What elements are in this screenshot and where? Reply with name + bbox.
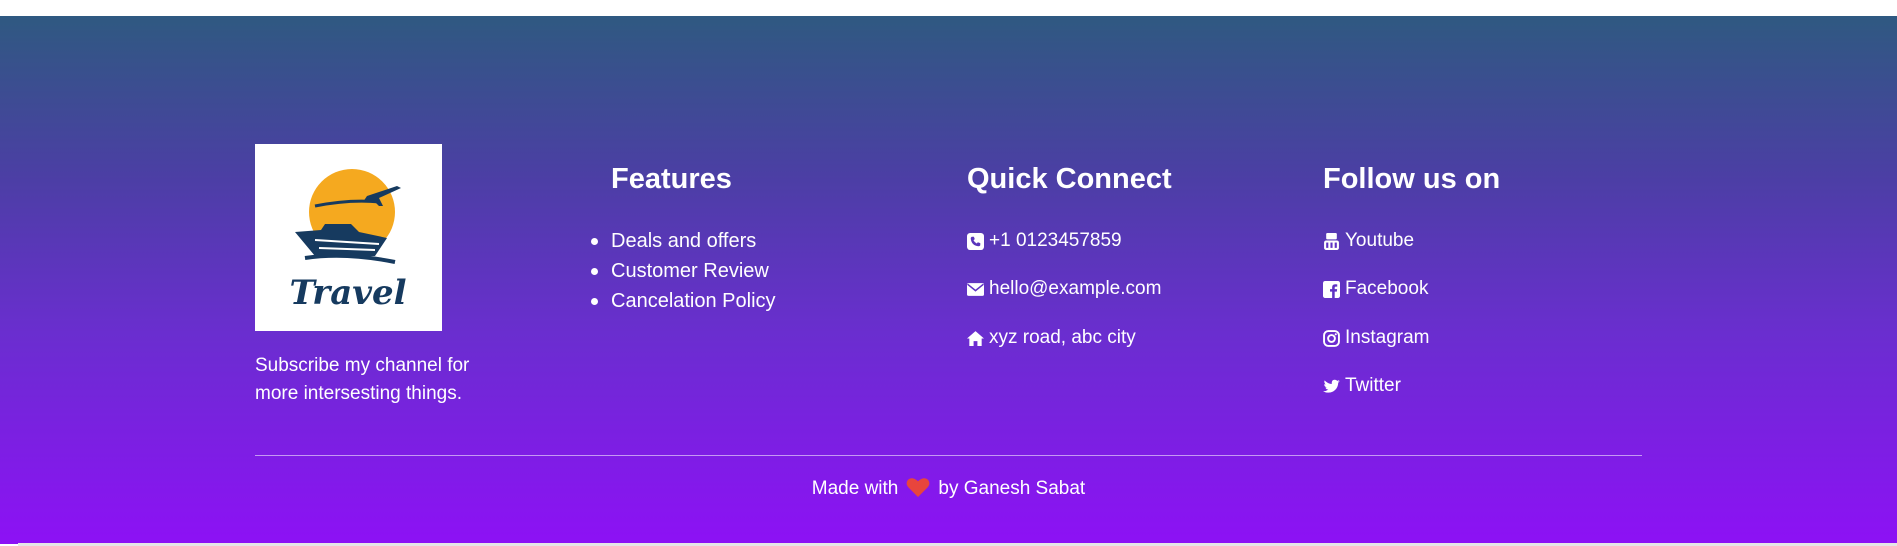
footer-divider: [255, 455, 1642, 456]
instagram-icon: [1323, 329, 1340, 347]
social-youtube-text: Youtube: [1345, 230, 1415, 251]
feature-item-cancelation[interactable]: Cancelation Policy: [591, 286, 776, 316]
envelope-icon: [967, 281, 984, 298]
heart-icon: [906, 477, 930, 497]
contact-email-text: hello@example.com: [989, 278, 1162, 299]
contact-phone-text: +1 0123457859: [989, 230, 1122, 251]
home-icon: [967, 330, 984, 347]
youtube-icon: [1323, 232, 1340, 250]
twitter-icon: [1323, 378, 1340, 395]
credit-author[interactable]: by Ganesh Sabat: [938, 478, 1085, 499]
social-youtube[interactable]: Youtube: [1323, 229, 1414, 253]
social-facebook[interactable]: Facebook: [1323, 277, 1428, 301]
feature-item-deals[interactable]: Deals and offers: [591, 226, 776, 256]
social-twitter[interactable]: Twitter: [1323, 374, 1401, 398]
follow-heading: Follow us on: [1323, 163, 1501, 195]
brand-tagline: Subscribe my channel for more intersesti…: [255, 355, 470, 404]
travel-logo[interactable]: Travel: [255, 144, 442, 331]
contact-email[interactable]: hello@example.com: [967, 277, 1161, 301]
phone-icon: [967, 232, 984, 250]
social-facebook-text: Facebook: [1345, 278, 1429, 299]
logo-text: Travel: [289, 273, 406, 313]
social-instagram-text: Instagram: [1345, 327, 1430, 348]
social-instagram[interactable]: Instagram: [1323, 326, 1429, 350]
contact-address[interactable]: xyz road, abc city: [967, 326, 1136, 350]
contact-phone[interactable]: +1 0123457859: [967, 229, 1122, 253]
footer-credit: Made with by Ganesh Sabat: [0, 477, 1897, 501]
social-twitter-text: Twitter: [1345, 375, 1401, 396]
features-list: Deals and offers Customer Review Cancela…: [591, 226, 776, 316]
feature-item-review[interactable]: Customer Review: [591, 256, 776, 286]
quick-connect-heading: Quick Connect: [967, 163, 1172, 195]
facebook-icon: [1323, 280, 1340, 298]
credit-prefix: Made with: [811, 478, 899, 499]
travel-logo-image: Travel: [289, 169, 407, 313]
features-heading: Features: [611, 163, 732, 195]
contact-address-text: xyz road, abc city: [989, 327, 1136, 348]
